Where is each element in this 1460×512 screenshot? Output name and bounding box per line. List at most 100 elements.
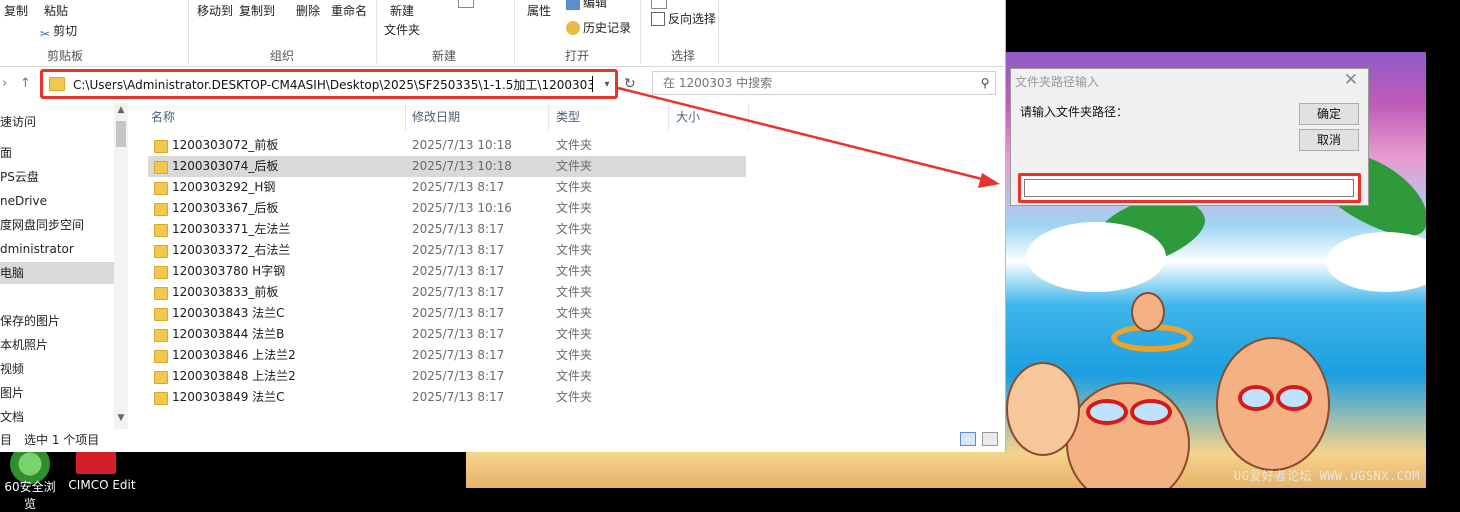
copy-to-button[interactable]: 复制到: [239, 2, 275, 19]
invert-selection-button[interactable]: 反向选择: [651, 10, 716, 27]
chevron-up-icon[interactable]: ▲: [114, 105, 128, 115]
nav-scrollbar-thumb[interactable]: [116, 121, 126, 147]
nav-item-administrator[interactable]: dministrator: [0, 238, 114, 260]
nav-item-onedrive[interactable]: neDrive: [0, 190, 114, 212]
select-all-icon: [651, 0, 667, 9]
table-row[interactable]: 1200303074_后板 2025/7/13 10:18 文件夹: [148, 156, 746, 177]
column-header-date[interactable]: 修改日期: [412, 108, 460, 125]
desktop-shortcut-label: CIMCO Edit: [68, 478, 136, 492]
file-name: 1200303849 法兰C: [172, 390, 285, 404]
column-header-size[interactable]: 大小: [676, 108, 700, 125]
move-to-button[interactable]: 移动到: [197, 2, 233, 19]
folder-icon: [154, 392, 168, 405]
cancel-button[interactable]: 取消: [1299, 129, 1359, 151]
folder-path-input[interactable]: [1024, 179, 1354, 197]
cloud: [1026, 222, 1166, 292]
folder-icon: [154, 329, 168, 342]
goggle: [1238, 385, 1274, 411]
table-row[interactable]: 1200303848 上法兰2 2025/7/13 8:17 文件夹: [148, 366, 746, 387]
nav-item-videos[interactable]: 视频: [0, 358, 114, 380]
group-label-organize: 组织: [269, 49, 294, 63]
search-box[interactable]: ⚲: [652, 71, 996, 95]
table-row[interactable]: 1200303372_右法兰 2025/7/13 8:17 文件夹: [148, 240, 746, 261]
new-folder-button[interactable]: 新建 文件夹: [384, 2, 420, 38]
file-date: 2025/7/13 8:17: [412, 243, 505, 257]
table-row[interactable]: 1200303292_H钢 2025/7/13 8:17 文件夹: [148, 177, 746, 198]
file-type: 文件夹: [556, 222, 593, 236]
table-row[interactable]: 1200303846 上法兰2 2025/7/13 8:17 文件夹: [148, 345, 746, 366]
cut-button[interactable]: ✂ 剪切: [40, 22, 77, 41]
address-bar[interactable]: C:\Users\Administrator.DESKTOP-CM4ASIH\D…: [40, 69, 618, 99]
folder-icon: [154, 203, 168, 216]
table-row[interactable]: 1200303780 H字钢 2025/7/13 8:17 文件夹: [148, 261, 746, 282]
table-row[interactable]: 1200303367_后板 2025/7/13 10:16 文件夹: [148, 198, 746, 219]
cartoon-character: [1006, 362, 1080, 456]
folder-icon: [154, 308, 168, 321]
table-row[interactable]: 1200303371_左法兰 2025/7/13 8:17 文件夹: [148, 219, 746, 240]
file-date: 2025/7/13 8:17: [412, 327, 505, 341]
nav-item-baidu-sync[interactable]: 度网盘同步空间: [0, 214, 114, 236]
group-label-clipboard: 剪贴板: [46, 49, 83, 63]
new-folder-label-line2: 文件夹: [384, 23, 421, 37]
nav-scrollbar[interactable]: [114, 103, 128, 429]
invert-selection-label: 反向选择: [668, 12, 717, 26]
ribbon-divider: [188, 0, 189, 64]
delete-button[interactable]: 删除: [296, 2, 320, 19]
file-type: 文件夹: [556, 327, 593, 341]
file-date: 2025/7/13 8:17: [412, 369, 505, 383]
edit-button[interactable]: 编辑: [566, 0, 607, 11]
table-row[interactable]: 1200303849 法兰C 2025/7/13 8:17 文件夹: [148, 387, 746, 408]
table-row[interactable]: 1200303072_前板 2025/7/13 10:18 文件夹: [148, 135, 746, 156]
refresh-icon[interactable]: ↻: [624, 76, 636, 92]
edit-label: 编辑: [583, 0, 608, 10]
ok-button[interactable]: 确定: [1299, 103, 1359, 125]
nav-item-wps-cloud[interactable]: PS云盘: [0, 166, 114, 188]
details-view-icon[interactable]: [960, 432, 976, 446]
copy-button[interactable]: 复制: [4, 2, 28, 19]
column-divider: [548, 103, 549, 131]
column-divider: [748, 103, 749, 131]
search-icon[interactable]: ⚲: [975, 76, 995, 90]
checkbox-icon: [458, 0, 474, 8]
nav-item-this-pc[interactable]: 电脑: [0, 262, 114, 284]
table-row[interactable]: 1200303844 法兰B 2025/7/13 8:17 文件夹: [148, 324, 746, 345]
new-folder-label-line1: 新建: [390, 4, 415, 18]
file-name: 1200303372_右法兰: [172, 243, 291, 257]
chevron-left-icon[interactable]: ›: [2, 76, 7, 91]
file-name: 1200303846 上法兰2: [172, 348, 296, 362]
cartoon-character: [1216, 337, 1330, 471]
table-row[interactable]: 1200303843 法兰C 2025/7/13 8:17 文件夹: [148, 303, 746, 324]
file-date: 2025/7/13 8:17: [412, 306, 505, 320]
search-input[interactable]: [661, 75, 975, 91]
rename-button[interactable]: 重命名: [331, 2, 367, 19]
up-arrow-icon[interactable]: ↑: [20, 76, 31, 91]
cartoon-character: [1066, 382, 1190, 488]
ribbon-divider: [376, 0, 377, 64]
chevron-down-icon[interactable]: ▾: [599, 79, 615, 90]
close-icon[interactable]: ✕: [1344, 70, 1358, 90]
history-label: 历史记录: [583, 21, 632, 35]
file-type: 文件夹: [556, 348, 593, 362]
column-header-type[interactable]: 类型: [556, 108, 580, 125]
goggle: [1130, 399, 1172, 425]
nav-item-documents[interactable]: 文档: [0, 406, 114, 428]
goggle: [1086, 399, 1128, 425]
nav-item-camera-roll[interactable]: 本机照片: [0, 334, 114, 356]
navigation-bar: › ↑ C:\Users\Administrator.DESKTOP-CM4AS…: [0, 67, 1005, 101]
large-icons-view-icon[interactable]: [982, 432, 998, 446]
column-header-name[interactable]: 名称: [151, 108, 175, 125]
cartoon-character: [1131, 292, 1165, 332]
nav-item-desktop[interactable]: 面: [0, 142, 114, 164]
nav-item-saved-pictures[interactable]: 保存的图片: [0, 310, 114, 332]
paste-button[interactable]: 粘贴: [44, 2, 68, 19]
ribbon-divider: [514, 0, 515, 64]
nav-item-quick-access[interactable]: 速访问: [0, 111, 114, 133]
chevron-down-icon[interactable]: ▼: [114, 413, 128, 423]
folder-icon: [154, 371, 168, 384]
nav-item-pictures[interactable]: 图片: [0, 382, 114, 404]
table-row[interactable]: 1200303833_前板 2025/7/13 8:17 文件夹: [148, 282, 746, 303]
address-path[interactable]: C:\Users\Administrator.DESKTOP-CM4ASIH\D…: [73, 76, 592, 93]
folder-icon: [154, 287, 168, 300]
properties-button[interactable]: 属性: [527, 2, 551, 19]
history-button[interactable]: 历史记录: [566, 19, 631, 36]
